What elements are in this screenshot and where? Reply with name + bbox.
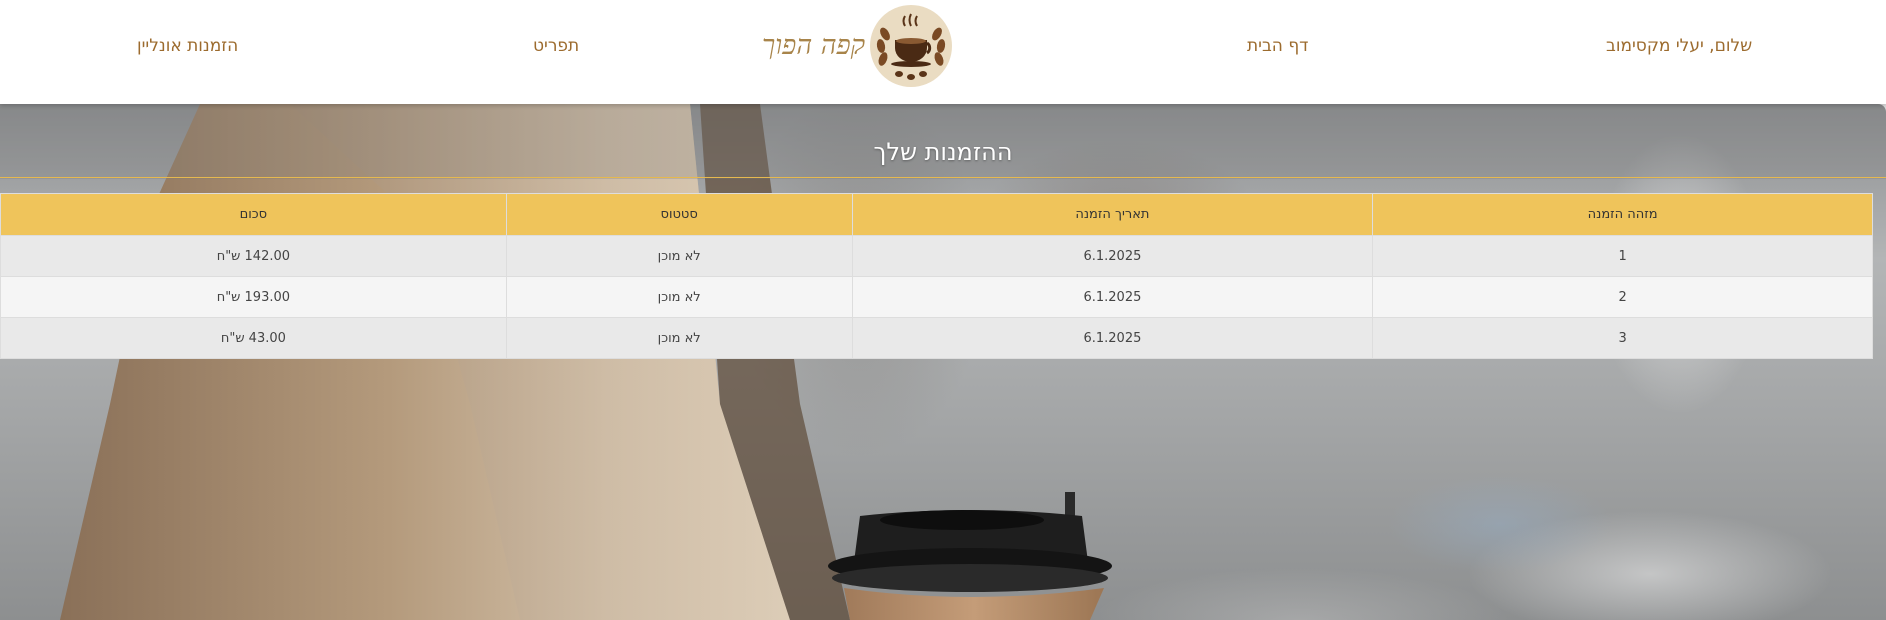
nav-online-orders-link[interactable]: הזמנות אונליין: [137, 36, 238, 56]
order-date-cell: 6.1.2025: [851, 235, 1374, 277]
coffee-cup-image: [828, 492, 1112, 620]
user-greeting[interactable]: שלום, יעלי מקסימוב: [1606, 36, 1752, 56]
order-total-cell: 142.00 ש"ח: [0, 235, 507, 277]
order-status-cell: לא מוכן: [505, 235, 853, 277]
table-row: 2 6.1.2025 לא מוכן 193.00 ש"ח: [0, 276, 1873, 318]
order-status-cell: לא מוכן: [505, 317, 853, 359]
brand-name[interactable]: קפה הפוך: [762, 30, 865, 61]
paper-bag-image: [60, 104, 850, 620]
column-header-status: סטטוס: [505, 193, 853, 236]
table-header-row: מזהה הזמנה תאריך הזמנה סטטוס סכום: [0, 193, 1873, 236]
column-header-total: סכום: [0, 193, 507, 236]
nav-menu-link[interactable]: תפריט: [533, 36, 579, 56]
order-date-cell: 6.1.2025: [851, 276, 1374, 318]
order-total-cell: 43.00 ש"ח: [0, 317, 507, 359]
order-status-cell: לא מוכן: [505, 276, 853, 318]
order-id-cell: 3: [1372, 317, 1873, 359]
column-header-order-id: מזהה הזמנה: [1372, 193, 1873, 236]
order-date-cell: 6.1.2025: [851, 317, 1374, 359]
order-id-cell: 1: [1372, 235, 1873, 277]
page-title: ההזמנות שלך: [873, 138, 1013, 166]
table-row: 3 6.1.2025 לא מוכן 43.00 ש"ח: [0, 317, 1873, 359]
order-id-cell: 2: [1372, 276, 1873, 318]
nav-home-link[interactable]: דף הבית: [1247, 36, 1308, 56]
site-header: שלום, יעלי מקסימוב דף הבית קפה הפוך תפרי…: [0, 0, 1886, 104]
table-row: 1 6.1.2025 לא מוכן 142.00 ש"ח: [0, 235, 1873, 277]
coffee-cup-logo-icon[interactable]: [869, 4, 953, 88]
orders-table: מזהה הזמנה תאריך הזמנה סטטוס סכום 1 6.1.…: [0, 193, 1873, 359]
title-divider: [0, 177, 1886, 178]
hero-background: [0, 104, 1886, 620]
column-header-order-date: תאריך הזמנה: [851, 193, 1374, 236]
order-total-cell: 193.00 ש"ח: [0, 276, 507, 318]
